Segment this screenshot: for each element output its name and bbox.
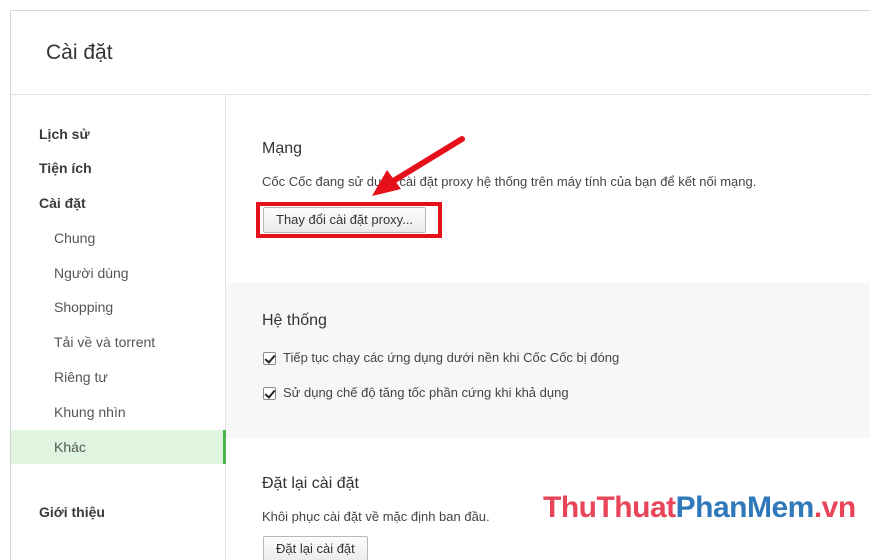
settings-window: Cài đặt Lịch sử Tiện ích Cài đặt Chung N… <box>10 10 870 560</box>
annotation-arrow-icon <box>372 136 465 196</box>
sidebar-item-users[interactable]: Người dùng <box>11 256 225 290</box>
sidebar: Lịch sử Tiện ích Cài đặt Chung Người dùn… <box>11 95 226 560</box>
sidebar-item-shopping[interactable]: Shopping <box>11 290 225 324</box>
system-title: Hệ thống <box>262 312 327 329</box>
hardware-acceleration-checkbox[interactable] <box>263 387 276 400</box>
system-section: Hệ thống Tiếp tục chạy các ứng dụng dưới… <box>226 283 870 438</box>
background-apps-label: Tiếp tục chạy các ứng dụng dưới nền khi … <box>283 350 620 365</box>
sidebar-item-other[interactable]: Khác <box>11 430 226 464</box>
reset-title: Đặt lại cài đặt <box>262 475 359 492</box>
sidebar-item-downloads-torrent[interactable]: Tải về và torrent <box>11 325 225 359</box>
watermark-part-3: .vn <box>813 491 856 524</box>
sidebar-item-general[interactable]: Chung <box>11 221 225 255</box>
highlight-box <box>256 202 442 238</box>
sidebar-item-appearance[interactable]: Khung nhìn <box>11 395 225 429</box>
watermark-part-1: ThuThuat <box>543 491 676 524</box>
reset-description: Khôi phục cài đặt về mặc định ban đầu. <box>262 509 490 524</box>
sidebar-item-about[interactable]: Giới thiệu <box>11 495 225 529</box>
sidebar-item-extensions[interactable]: Tiện ích <box>11 151 225 185</box>
hardware-acceleration-label: Sử dụng chế độ tăng tốc phần cứng khi kh… <box>283 385 569 400</box>
sidebar-item-privacy[interactable]: Riêng tư <box>11 360 225 394</box>
sidebar-item-settings[interactable]: Cài đặt <box>11 186 225 220</box>
watermark-logo: ThuThuatPhanMem.vn <box>543 491 856 525</box>
network-section: Mạng Cốc Cốc đang sử dụng cài đặt proxy … <box>226 95 870 273</box>
reset-settings-button[interactable]: Đặt lại cài đặt <box>263 536 368 560</box>
network-description: Cốc Cốc đang sử dụng cài đặt proxy hệ th… <box>262 174 757 189</box>
sidebar-item-history[interactable]: Lịch sử <box>11 117 225 151</box>
watermark-part-2: PhanMem <box>675 491 815 524</box>
page-title: Cài đặt <box>46 41 113 64</box>
header: Cài đặt <box>11 11 870 95</box>
network-title: Mạng <box>262 140 303 157</box>
background-apps-checkbox[interactable] <box>263 352 276 365</box>
